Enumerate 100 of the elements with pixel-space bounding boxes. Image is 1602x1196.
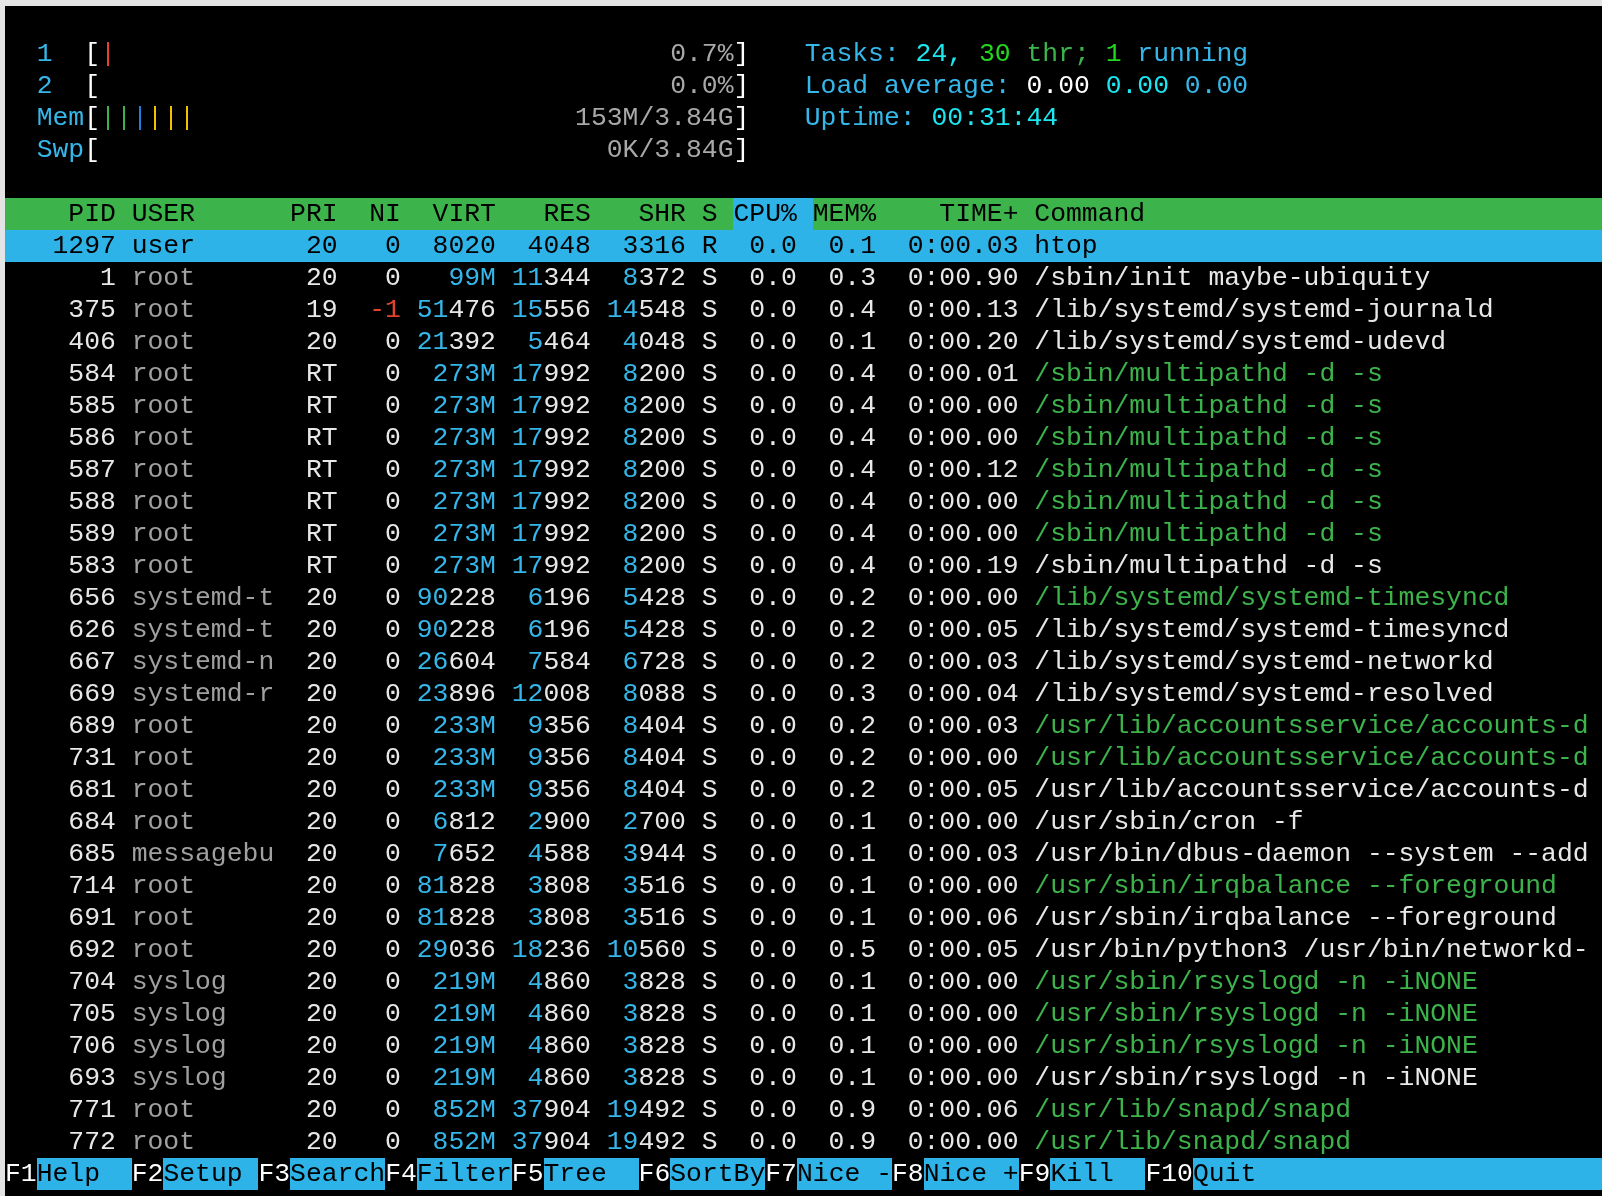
table-cell-text: 20	[304, 838, 339, 870]
table-cell-text: 705	[67, 998, 117, 1030]
table-cell-text: 26604	[416, 646, 497, 678]
column-header[interactable]: NI	[353, 198, 417, 230]
table-cell-text: 0.1	[827, 230, 877, 262]
table-cell-text: 273M	[431, 454, 497, 486]
table-cell-text: 8372	[621, 262, 687, 294]
table-cell-text: S	[701, 742, 719, 774]
table-cell-text: root	[131, 358, 197, 390]
table-cell-text: 0:00.12	[906, 454, 1020, 486]
column-header[interactable]: PID	[5, 198, 132, 230]
table-cell-text: RT	[304, 486, 339, 518]
table-cell-text: 0	[384, 326, 402, 358]
table-cell-text: 17992	[511, 550, 592, 582]
table-cell-text: 0.1	[827, 838, 877, 870]
table-cell-text: /usr/sbin/rsyslogd -n -iNONE	[1034, 966, 1479, 998]
column-header[interactable]: TIME+	[891, 198, 1035, 230]
table-cell-text: 772	[67, 1126, 117, 1158]
table-cell-text: 0:00.20	[906, 326, 1020, 358]
table-cell-text: 8020	[431, 230, 497, 262]
table-cell-text: 20	[304, 998, 339, 1030]
table-cell-text: root	[131, 934, 197, 966]
table-cell-text: 3808	[526, 870, 592, 902]
table-cell-text: S	[701, 1062, 719, 1094]
summary-line: Load average: 0.00 0.00 0.00	[804, 70, 1249, 102]
table-cell-text: 0.0	[748, 934, 798, 966]
table-cell-text: S	[701, 710, 719, 742]
column-header[interactable]: MEM%	[812, 198, 892, 230]
table-cell-text: 19492	[606, 1094, 687, 1126]
table-cell-text: 375	[67, 294, 117, 326]
table-cell-text: 5428	[621, 614, 687, 646]
table-cell-text: 0.1	[827, 966, 877, 998]
table-cell-text: 0	[384, 934, 402, 966]
table-cell-text: systemd-n	[131, 646, 276, 678]
table-cell-text: 17992	[511, 454, 592, 486]
table-cell-text: 20	[304, 1094, 339, 1126]
table-cell-text: 0	[384, 870, 402, 902]
table-cell-text: 691	[67, 902, 117, 934]
table-cell-text: 0:00.05	[906, 774, 1020, 806]
meter-label: Mem	[36, 102, 85, 134]
table-cell-text: syslog	[131, 998, 228, 1030]
table-cell-text: S	[701, 934, 719, 966]
table-cell-text: 0.0	[748, 550, 798, 582]
table-cell-text: 20	[304, 774, 339, 806]
table-cell-text: 20	[304, 934, 339, 966]
table-cell-text: S	[701, 486, 719, 518]
column-header[interactable]: VIRT	[416, 198, 512, 230]
column-header[interactable]: CPU%	[733, 198, 813, 230]
table-cell-text: RT	[304, 422, 339, 454]
table-cell-text: 0.1	[827, 998, 877, 1030]
table-cell-text: 0.4	[827, 390, 877, 422]
table-cell-text: /usr/sbin/cron -f	[1034, 806, 1305, 838]
table-cell-text: 8404	[621, 742, 687, 774]
table-cell-text: 11344	[511, 262, 592, 294]
table-cell-text: 20	[304, 1030, 339, 1062]
table-cell-text: 0.0	[748, 774, 798, 806]
table-cell-text: 0.0	[748, 966, 798, 998]
process-row[interactable]: 1297 user 20 0 8020 4048 3316 R 0.0 0.1 0:00.03 htop	[5, 230, 1602, 262]
column-header[interactable]: Command	[1034, 198, 1602, 230]
table-cell-text: 6812	[431, 806, 497, 838]
meter-bracket: ]	[733, 102, 750, 134]
table-cell-text: 20	[304, 582, 339, 614]
table-cell-text: RT	[304, 518, 339, 550]
table-cell-text: /usr/bin/python3 /usr/bin/networkd-	[1034, 934, 1590, 966]
column-header[interactable]: SHR	[606, 198, 702, 230]
table-cell-text: 0.0	[748, 678, 798, 710]
table-cell-text: root	[131, 902, 197, 934]
summary-line: Uptime: 00:31:44	[804, 102, 1060, 134]
table-cell-text: 0:00.00	[906, 390, 1020, 422]
table-cell-text: RT	[304, 454, 339, 486]
table-cell-text: /usr/sbin/irqbalance --foreground	[1034, 870, 1558, 902]
table-cell-text: 0:00.00	[906, 998, 1020, 1030]
column-header[interactable]: S	[701, 198, 734, 230]
table-cell-text: 273M	[431, 422, 497, 454]
table-cell-text: 81828	[416, 870, 497, 902]
table-cell-text: root	[131, 518, 197, 550]
table-cell-text: /sbin/init maybe-ubiquity	[1034, 262, 1432, 294]
table-cell-text: 692	[67, 934, 117, 966]
table-cell-text: 20	[304, 262, 339, 294]
table-cell-text: 0.4	[827, 422, 877, 454]
table-cell-text: 0	[384, 518, 402, 550]
table-cell-text: 0.4	[827, 454, 877, 486]
table-cell-text: /usr/lib/accountsservice/accounts-d	[1034, 774, 1590, 806]
table-cell-text: root	[131, 486, 197, 518]
column-header[interactable]: PRI	[290, 198, 354, 230]
table-cell-text: 706	[67, 1030, 117, 1062]
table-cell-text: 667	[67, 646, 117, 678]
column-header[interactable]: RES	[511, 198, 607, 230]
meter-bracket: [	[84, 102, 100, 134]
table-cell-text: 20	[304, 742, 339, 774]
table-cell-text: 4588	[526, 838, 592, 870]
column-header[interactable]: USER	[131, 198, 291, 230]
table-cell-text: 0:00.05	[906, 934, 1020, 966]
table-cell-text: 0.1	[827, 806, 877, 838]
table-cell-text: S	[701, 358, 719, 390]
table-cell-text: /lib/systemd/systemd-resolved	[1034, 678, 1495, 710]
table-cell-text: 0.0	[748, 870, 798, 902]
table-cell-text: 0	[384, 966, 402, 998]
table-cell-text: 3516	[621, 902, 687, 934]
table-cell-text: 219M	[431, 998, 497, 1030]
